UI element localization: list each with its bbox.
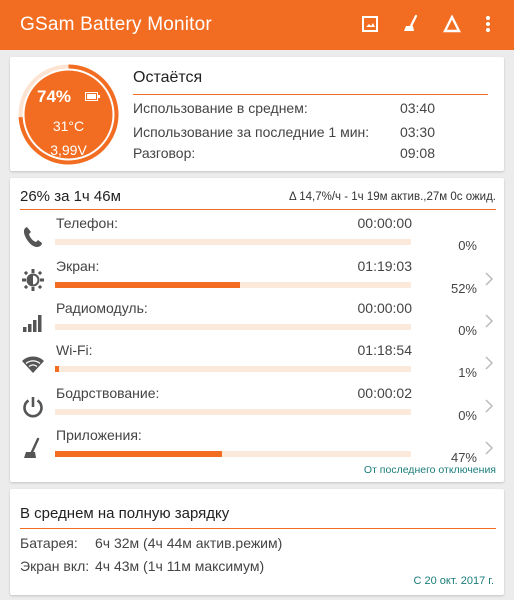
usage-row-radio[interactable]: Радиомодуль: 00:00:00 0% bbox=[10, 300, 504, 344]
power-icon bbox=[23, 397, 43, 418]
battery-icon bbox=[85, 92, 100, 101]
usage-bar-fill bbox=[55, 451, 223, 457]
usage-label: Телефон: bbox=[56, 215, 118, 231]
usage-bar bbox=[55, 366, 411, 372]
usage-bar bbox=[55, 324, 411, 330]
usage-card: 26% за 1ч 46м Δ 14,7%/ч - 1ч 19м актив.,… bbox=[10, 178, 504, 482]
usage-bar bbox=[55, 239, 411, 245]
usage-bar bbox=[55, 282, 411, 288]
battery-gauge: 74% 31°C 3,99V bbox=[17, 63, 120, 166]
chevron-right-icon bbox=[485, 441, 494, 455]
usage-bar-fill bbox=[55, 366, 59, 372]
average-value: 6ч 32м (4ч 44м актив.режим) bbox=[95, 535, 283, 551]
average-row: Батарея: 6ч 32м (4ч 44м актив.режим) bbox=[20, 535, 282, 551]
usage-label: Экран: bbox=[56, 258, 100, 274]
image-frame-button[interactable] bbox=[359, 13, 381, 35]
remaining-value: 03:40 bbox=[399, 100, 435, 116]
signal-bars-icon bbox=[23, 315, 42, 332]
usage-summary: 26% за 1ч 46м bbox=[20, 188, 121, 205]
battery-temperature: 31°C bbox=[52, 118, 85, 134]
battery-voltage: 3,99V bbox=[50, 142, 87, 158]
app-title: GSam Battery Monitor bbox=[20, 14, 212, 35]
divider bbox=[133, 94, 488, 95]
remaining-label: Разговор: bbox=[133, 145, 196, 161]
app-bar: GSam Battery Monitor bbox=[0, 0, 514, 50]
remaining-row: Использование за последние 1 мин: 03:30 bbox=[133, 124, 488, 140]
average-label: Экран вкл: bbox=[20, 558, 90, 574]
usage-time: 01:18:54 bbox=[357, 342, 413, 358]
remaining-title: Остаётся bbox=[133, 69, 203, 86]
broom-icon bbox=[404, 14, 418, 31]
usage-label: Бодрствование: bbox=[56, 385, 160, 401]
average-title: В среднем на полную зарядку bbox=[20, 505, 230, 522]
usage-percent: 52% bbox=[450, 281, 477, 296]
usage-row-wifi[interactable]: Wi-Fi: 01:18:54 1% bbox=[10, 342, 504, 386]
remaining-card: 74% 31°C 3,99V Остаётся Использование в … bbox=[10, 57, 504, 171]
usage-bar-fill bbox=[55, 282, 241, 288]
remaining-label: Использование в среднем: bbox=[133, 100, 308, 116]
battery-percent: 74% bbox=[37, 87, 72, 106]
average-label: Батарея: bbox=[20, 535, 78, 551]
wifi-icon bbox=[22, 356, 44, 373]
divider bbox=[20, 528, 496, 529]
usage-percent: 0% bbox=[458, 238, 477, 253]
chevron-right-icon bbox=[485, 314, 494, 328]
usage-percent: 0% bbox=[458, 408, 477, 423]
usage-time: 00:00:00 bbox=[357, 300, 413, 316]
remaining-row: Разговор: 09:08 bbox=[133, 145, 488, 161]
image-frame-icon bbox=[362, 16, 378, 32]
usage-label: Приложения: bbox=[56, 427, 142, 443]
usage-bar bbox=[55, 451, 411, 457]
phone-icon bbox=[23, 227, 42, 247]
usage-rate: Δ 14,7%/ч - 1ч 19м актив.,27м 0с ожид. bbox=[289, 191, 496, 203]
more-options-button[interactable] bbox=[477, 13, 499, 35]
usage-time: 00:00:02 bbox=[357, 385, 413, 401]
usage-time: 01:19:03 bbox=[357, 258, 413, 274]
chevron-right-icon bbox=[485, 272, 494, 286]
chevron-right-icon bbox=[485, 399, 494, 413]
usage-label: Wi-Fi: bbox=[56, 342, 93, 358]
usage-bar bbox=[55, 409, 411, 415]
usage-time: 00:00:00 bbox=[357, 215, 413, 231]
delta-icon bbox=[443, 15, 461, 33]
since-date: С 20 окт. 2017 г. bbox=[413, 575, 494, 587]
usage-row-awake[interactable]: Бодрствование: 00:00:02 0% bbox=[10, 385, 504, 429]
since-unplugged-link[interactable]: От последнего отключения bbox=[364, 464, 496, 476]
average-value: 4ч 43м (1ч 11м максимум) bbox=[95, 558, 265, 574]
average-row: Экран вкл: 4ч 43м (1ч 11м максимум) bbox=[20, 558, 264, 574]
usage-percent: 0% bbox=[458, 323, 477, 338]
remaining-row: Использование в среднем: 03:40 bbox=[133, 100, 488, 116]
broom-button[interactable] bbox=[400, 13, 422, 35]
broom-icon bbox=[24, 437, 40, 458]
usage-percent: 47% bbox=[450, 450, 477, 465]
usage-row-phone[interactable]: Телефон: 00:00:00 0% bbox=[10, 215, 504, 259]
average-card: В среднем на полную зарядку Батарея: 6ч … bbox=[10, 489, 504, 595]
remaining-value: 09:08 bbox=[399, 145, 435, 161]
delta-button[interactable] bbox=[441, 13, 463, 35]
chevron-right-icon bbox=[485, 356, 494, 370]
usage-label: Радиомодуль: bbox=[56, 300, 148, 316]
remaining-value: 03:30 bbox=[399, 124, 435, 140]
more-vert-icon bbox=[486, 16, 490, 32]
usage-row-screen[interactable]: Экран: 01:19:03 52% bbox=[10, 258, 504, 302]
brightness-icon bbox=[22, 269, 44, 291]
divider bbox=[20, 209, 496, 210]
usage-percent: 1% bbox=[458, 365, 477, 380]
remaining-label: Использование за последние 1 мин: bbox=[133, 124, 370, 140]
